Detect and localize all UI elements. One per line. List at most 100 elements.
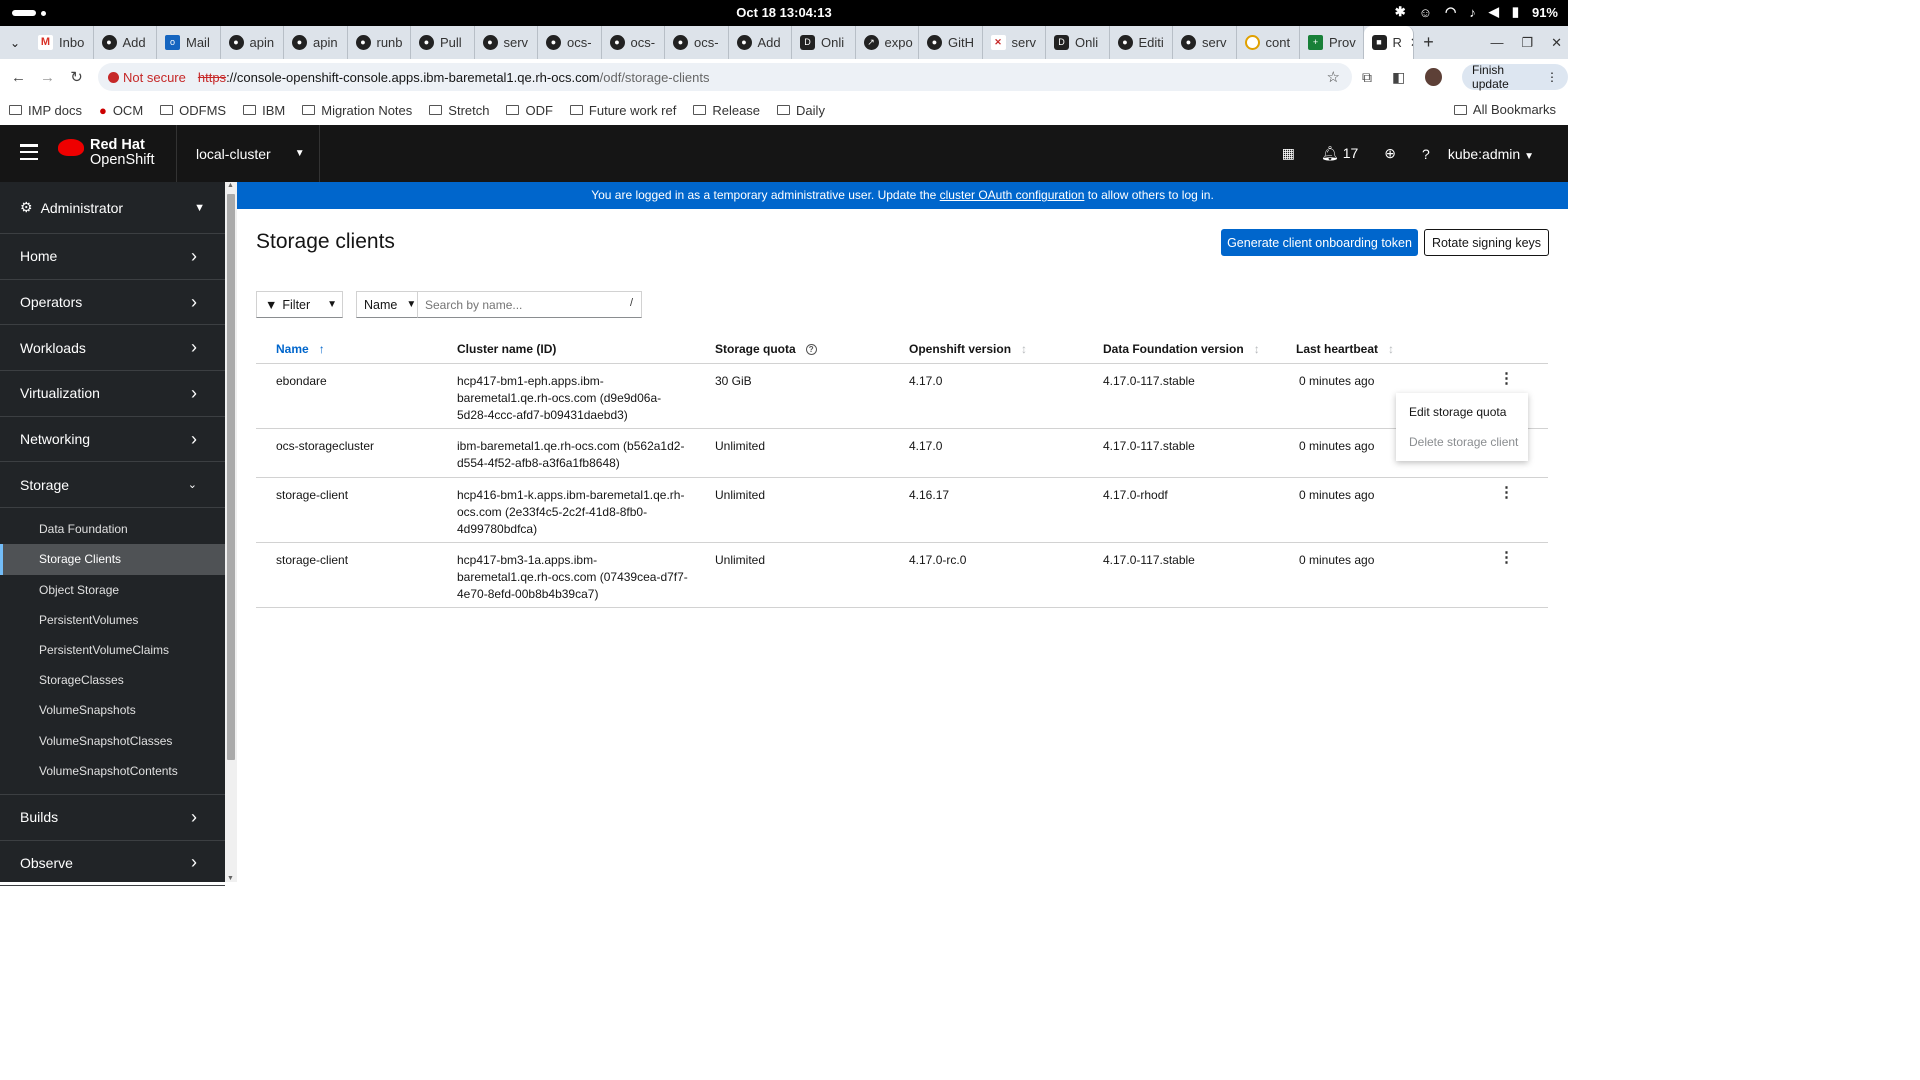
scroll-thumb[interactable]	[227, 194, 235, 760]
nav-section-observe[interactable]: Observe ›	[0, 841, 225, 887]
sidebar-item-storage-clients[interactable]: Storage Clients	[0, 544, 225, 575]
minimize-icon[interactable]: —	[1490, 35, 1503, 50]
browser-tab[interactable]: ● serv	[1173, 26, 1237, 59]
search-input[interactable]	[425, 297, 620, 312]
oauth-config-link[interactable]: cluster OAuth configuration	[940, 188, 1085, 202]
browser-tab[interactable]: ● ocs-	[665, 26, 729, 59]
sidebar-scrollbar[interactable]: ▲ ▼	[225, 182, 237, 882]
browser-tab[interactable]: o Mail	[157, 26, 221, 59]
edit-storage-quota-item[interactable]: Edit storage quota	[1396, 397, 1528, 427]
address-bar[interactable]: Not secure https ://console-openshift-co…	[98, 63, 1352, 91]
accessibility-icon[interactable]: ☺	[1419, 5, 1432, 20]
new-tab-button[interactable]: +	[1414, 32, 1444, 53]
browser-tab[interactable]: ● apin	[284, 26, 348, 59]
browser-tab[interactable]: ● ocs-	[538, 26, 602, 59]
nav-section-builds[interactable]: Builds ›	[0, 795, 225, 841]
browser-tab[interactable]: ● Pull	[411, 26, 475, 59]
battery-icon[interactable]: ▮	[1512, 4, 1519, 20]
browser-tab[interactable]: ● Add	[94, 26, 157, 59]
profile-avatar[interactable]	[1425, 68, 1443, 86]
all-bookmarks[interactable]: All Bookmarks	[1453, 102, 1556, 117]
browser-tab[interactable]: + Prov	[1300, 26, 1364, 59]
rotate-keys-button[interactable]: Rotate signing keys	[1424, 229, 1549, 256]
perspective-switcher[interactable]: ⚙ Administrator ▼	[0, 182, 225, 234]
browser-tab[interactable]: ● ocs-	[602, 26, 665, 59]
browser-tab[interactable]: D Onli	[792, 26, 856, 59]
side-panel-icon[interactable]: ◧	[1392, 69, 1405, 86]
generate-token-button[interactable]: Generate client onboarding token	[1221, 229, 1418, 256]
sidebar-item-persistentvolumes[interactable]: PersistentVolumes	[0, 605, 225, 635]
system-tray[interactable]: ✱ ☺ ◠ ♪ ◀ ▮ 91%	[1395, 4, 1558, 20]
bookmark-item[interactable]: IBM	[243, 103, 285, 118]
quick-create-icon[interactable]: ⊕	[1384, 145, 1396, 162]
browser-tab[interactable]: ● runb	[348, 26, 411, 59]
row-actions-kebab-icon[interactable]: ⋮	[1499, 371, 1514, 386]
browser-tab[interactable]: ✕ serv	[983, 26, 1046, 59]
nav-section-storage[interactable]: Storage ⌄	[0, 462, 225, 509]
bookmark-star-icon[interactable]: ☆	[1327, 68, 1340, 86]
col-ocp-version[interactable]: Openshift version ↕	[909, 342, 1027, 356]
browser-tab[interactable]: ● GitH	[919, 26, 983, 59]
bookmark-item[interactable]: ● OCM	[99, 103, 143, 118]
bookmark-item[interactable]: ODF	[506, 103, 553, 118]
row-actions-kebab-icon[interactable]: ⋮	[1499, 485, 1514, 500]
extensions-icon[interactable]: ⧉	[1362, 69, 1372, 86]
bookmark-item[interactable]: IMP docs	[9, 103, 82, 118]
sidebar-item-object-storage[interactable]: Object Storage	[0, 575, 225, 605]
browser-tab[interactable]: cont	[1237, 26, 1300, 59]
openshift-logo[interactable]: Red Hat OpenShift	[58, 138, 155, 168]
sidebar-item-storageclasses[interactable]: StorageClasses	[0, 665, 225, 695]
bookmark-item[interactable]: Migration Notes	[302, 103, 412, 118]
bookmark-item[interactable]: Daily	[777, 103, 825, 118]
help-icon[interactable]: ?	[1422, 146, 1430, 162]
finish-update-button[interactable]: Finish update ⋮	[1462, 63, 1568, 91]
bell-icon[interactable]: ♪	[1469, 5, 1476, 20]
browser-tab[interactable]: ● serv	[475, 26, 538, 59]
hamburger-menu-icon[interactable]	[20, 144, 38, 160]
browser-tab[interactable]: ● Add	[729, 26, 792, 59]
scroll-down-icon[interactable]: ▼	[227, 875, 234, 882]
sidebar-item-volumesnapshots[interactable]: VolumeSnapshots	[0, 695, 225, 725]
user-menu[interactable]: kube:admin ▼	[1448, 146, 1534, 162]
volume-icon[interactable]: ◀	[1489, 4, 1499, 20]
col-odf-version[interactable]: Data Foundation version ↕	[1103, 342, 1260, 356]
col-heartbeat[interactable]: Last heartbeat ↕	[1296, 342, 1394, 356]
tab-search-icon[interactable]: ⌄	[0, 36, 30, 50]
restore-icon[interactable]: ❐	[1521, 35, 1533, 51]
row-actions-kebab-icon[interactable]: ⋮	[1499, 550, 1514, 565]
nav-section-networking[interactable]: Networking ›	[0, 417, 225, 463]
bookmark-item[interactable]: Stretch	[429, 103, 489, 118]
col-name[interactable]: Name ↑	[276, 342, 325, 356]
browser-tab[interactable]: ↗ expo	[856, 26, 919, 59]
bookmark-item[interactable]: Future work ref	[569, 103, 676, 118]
nav-section-operators[interactable]: Operators ›	[0, 280, 225, 326]
sidebar-item-volumesnapshotcontents[interactable]: VolumeSnapshotContents	[0, 756, 225, 786]
sidebar-item-data-foundation[interactable]: Data Foundation	[0, 514, 225, 544]
close-window-icon[interactable]: ✕	[1551, 35, 1562, 51]
sidebar-item-persistentvolumeclaims[interactable]: PersistentVolumeClaims	[0, 635, 225, 665]
slack-icon[interactable]: ✱	[1395, 4, 1406, 20]
scroll-up-icon[interactable]: ▲	[227, 182, 234, 189]
nav-section-workloads[interactable]: Workloads ›	[0, 325, 225, 372]
tab-active[interactable]: ■ R ✕	[1363, 26, 1414, 59]
browser-tab[interactable]: M Inbo	[30, 26, 94, 59]
help-icon[interactable]: ?	[805, 343, 817, 355]
os-clock[interactable]: Oct 18 13:04:13	[0, 5, 1568, 20]
cluster-selector[interactable]: local-cluster ▼	[176, 125, 320, 182]
bookmark-item[interactable]: ODFMS	[160, 103, 226, 118]
reload-button[interactable]: ↻	[62, 68, 91, 86]
filter-dropdown[interactable]: ▼ Filter ▼	[256, 291, 343, 318]
app-launcher-icon[interactable]: ▦	[1282, 145, 1295, 162]
nav-section-home[interactable]: Home ›	[0, 234, 225, 280]
browser-tab[interactable]: ● Editi	[1110, 26, 1173, 59]
name-select[interactable]: Name ▼	[356, 291, 418, 318]
browser-tab[interactable]: D Onli	[1046, 26, 1110, 59]
sidebar-item-volumesnapshotclasses[interactable]: VolumeSnapshotClasses	[0, 725, 225, 755]
back-button[interactable]: ←	[4, 69, 33, 86]
wifi-icon[interactable]: ◠	[1445, 4, 1456, 20]
bookmark-item[interactable]: Release	[693, 103, 760, 118]
nav-section-virtualization[interactable]: Virtualization ›	[0, 371, 225, 417]
security-label[interactable]: Not secure	[123, 70, 186, 85]
browser-tab[interactable]: ● apin	[221, 26, 284, 59]
forward-button[interactable]: →	[33, 69, 62, 86]
